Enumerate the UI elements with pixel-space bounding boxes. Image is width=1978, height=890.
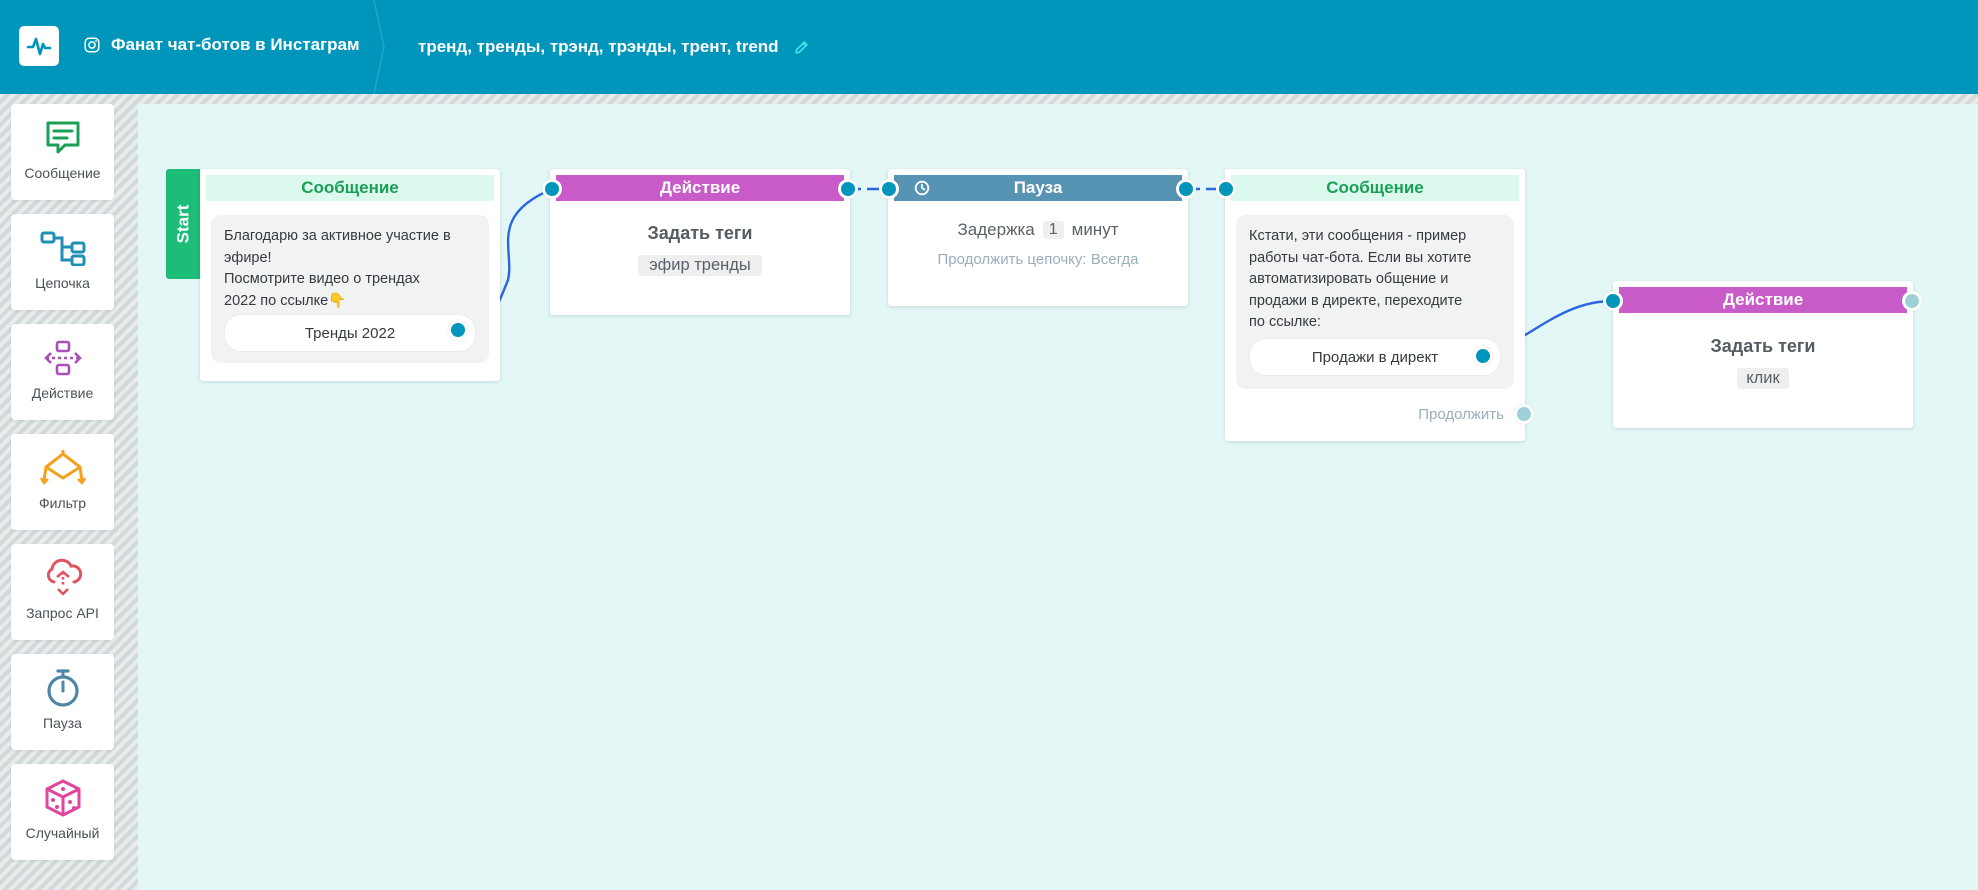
clock-icon (914, 180, 930, 196)
project-selector[interactable]: Фанат чат-ботов в Инстаграм (84, 30, 360, 60)
input-port[interactable] (542, 179, 562, 199)
message-bubble: Благодарю за активное участие в эфире! П… (211, 215, 489, 363)
pencil-icon[interactable] (793, 39, 810, 56)
input-port[interactable] (1603, 291, 1623, 311)
message-icon (43, 118, 83, 158)
message-node-header: Сообщение (206, 175, 494, 201)
api-request-icon (43, 558, 83, 598)
action-node-header: Действие (556, 175, 844, 201)
chain-icon (40, 228, 86, 268)
action-node-2[interactable]: Действие Задать теги клик (1613, 281, 1913, 428)
continue-output-port[interactable] (1514, 404, 1534, 424)
top-bar: Фанат чат-ботов в Инстаграм тренд, тренд… (0, 0, 1978, 94)
message-text: Кстати, эти сообщения - пример работы ча… (1249, 228, 1472, 330)
action-title: Задать теги (1710, 336, 1816, 356)
delay-row: Задержка 1 минут (888, 220, 1188, 240)
chain-title-text: тренд, тренды, трэнд, трэнды, трент, tre… (418, 37, 779, 56)
button-output-port[interactable] (1473, 346, 1493, 366)
input-port[interactable] (1216, 179, 1236, 199)
tag-chip: клик (1737, 368, 1789, 389)
quick-reply-button[interactable]: Продажи в директ (1250, 339, 1500, 375)
continue-label: Продолжить (1418, 406, 1504, 423)
output-port[interactable] (1902, 291, 1922, 311)
action-icon (43, 338, 83, 378)
action-title: Задать теги (647, 223, 753, 243)
message-bubble: Кстати, эти сообщения - пример работы ча… (1236, 215, 1514, 389)
palette-item-label: Пауза (43, 715, 82, 731)
message-node-2[interactable]: Сообщение Кстати, эти сообщения - пример… (1225, 169, 1525, 441)
pause-node-header: Пауза (894, 175, 1182, 201)
tag-chip: эфир тренды (638, 255, 762, 276)
button-output-port[interactable] (448, 320, 468, 340)
chain-title[interactable]: тренд, тренды, трэнд, трэнды, трент, tre… (418, 30, 810, 64)
action-node-header: Действие (1619, 287, 1907, 313)
pause-continue-condition: Продолжить цепочку: Всегда (937, 251, 1139, 268)
start-marker: Start (166, 169, 200, 279)
pause-node[interactable]: Пауза Задержка 1 минут Продолжить цепочк… (888, 169, 1188, 306)
pulse-logo-icon[interactable] (19, 26, 59, 66)
palette-item-label: Сообщение (24, 165, 101, 181)
instagram-icon (84, 37, 100, 53)
action-node-1[interactable]: Действие Задать теги эфир тренды (550, 169, 850, 315)
palette-item-random[interactable]: Случайный (11, 764, 114, 860)
message-text: Благодарю за активное участие в эфире! П… (224, 228, 451, 309)
palette-item-filter[interactable]: Фильтр (11, 434, 114, 530)
start-label: Start (173, 204, 193, 244)
palette-item-label: Фильтр (38, 495, 87, 511)
message-node-header: Сообщение (1231, 175, 1519, 201)
delay-unit: минут (1071, 220, 1119, 239)
pause-header-label: Пауза (1013, 178, 1063, 197)
output-port[interactable] (1176, 179, 1196, 199)
breadcrumb-separator (373, 0, 385, 94)
quick-reply-button[interactable]: Тренды 2022 (225, 315, 475, 351)
message-node-1[interactable]: Сообщение Благодарю за активное участие … (200, 169, 500, 381)
delay-value[interactable]: 1 (1042, 221, 1064, 239)
output-port[interactable] (838, 179, 858, 199)
palette-item-label: Действие (31, 385, 94, 401)
palette-item-message[interactable]: Сообщение (11, 104, 114, 200)
palette-item-action[interactable]: Действие (11, 324, 114, 420)
palette-item-label: Случайный (25, 825, 100, 841)
dice-icon (43, 778, 83, 818)
palette-item-chain[interactable]: Цепочка (11, 214, 114, 310)
palette-item-label: Запрос API (26, 605, 99, 621)
project-name: Фанат чат-ботов в Инстаграм (111, 35, 360, 54)
delay-label: Задержка (957, 220, 1035, 239)
filter-icon (39, 448, 86, 488)
palette-item-pause[interactable]: Пауза (11, 654, 114, 750)
input-port[interactable] (879, 179, 899, 199)
stopwatch-icon (44, 668, 82, 708)
palette-item-api-request[interactable]: Запрос API (11, 544, 114, 640)
palette-item-label: Цепочка (35, 275, 90, 291)
